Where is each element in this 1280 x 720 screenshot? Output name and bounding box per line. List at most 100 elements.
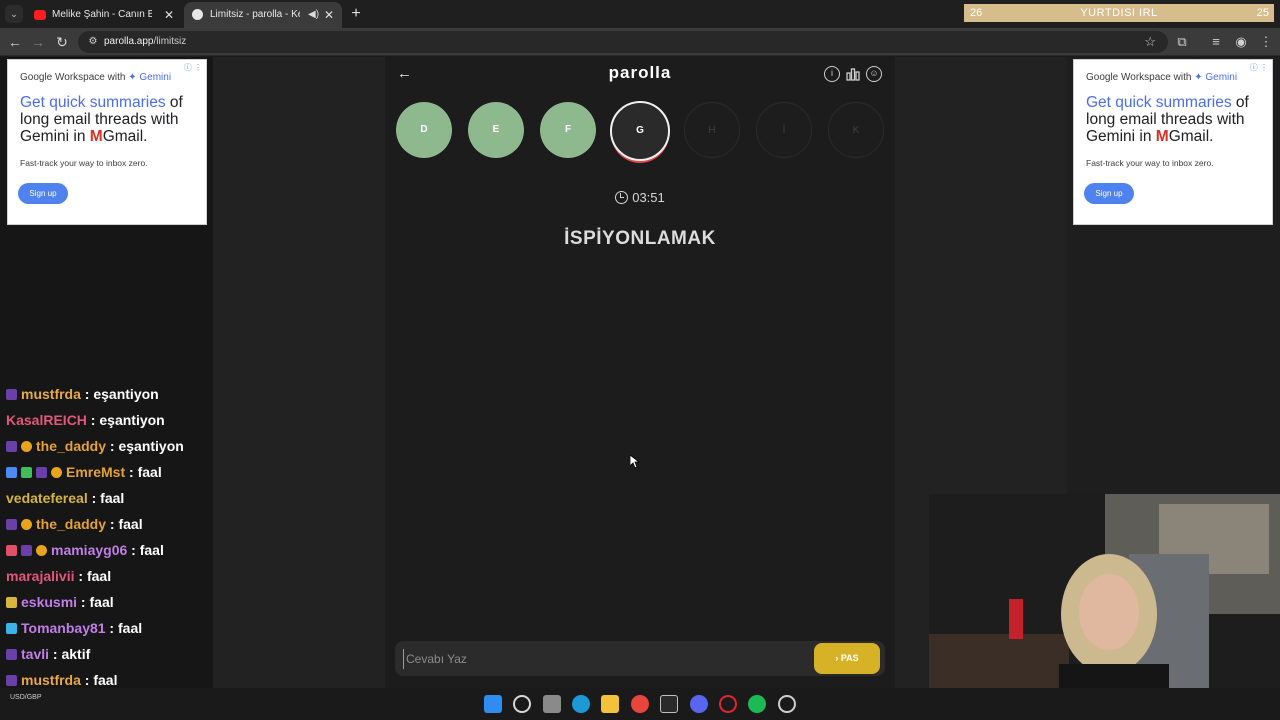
letter-circle-e: E xyxy=(468,102,524,158)
countdown-timer: 03:51 xyxy=(385,190,895,205)
menu-kebab-icon[interactable]: ⋮ xyxy=(1256,32,1276,52)
chat-badge-icon xyxy=(6,545,17,556)
chat-separator: : xyxy=(106,516,119,532)
chat-username[interactable]: eskusmi xyxy=(21,594,77,610)
chat-text: faal xyxy=(93,672,118,688)
ad-left[interactable]: ⓘ ⋮ Google Workspace with ✦ Gemini Get q… xyxy=(7,59,207,225)
url-text[interactable]: parolla.app/limitsiz xyxy=(104,31,186,53)
chat-message: mustfrda : eşantiyon xyxy=(6,381,159,407)
chrome-icon[interactable] xyxy=(631,695,649,713)
chat-separator: : xyxy=(127,542,140,558)
chat-username[interactable]: marajalivii xyxy=(6,568,75,584)
task-view-icon[interactable] xyxy=(543,695,561,713)
game-panel: ← parolla i ☺ D E F G H İ K 03:51 İSPİYO… xyxy=(385,57,895,688)
chat-badge-icon xyxy=(6,623,17,634)
chat-username[interactable]: Tomanbay81 xyxy=(21,620,106,636)
chat-message: the_daddy : eşantiyon xyxy=(6,433,184,459)
ad-right[interactable]: ⓘ ⋮ Google Workspace with ✦ Gemini Get q… xyxy=(1073,59,1273,225)
chat-username[interactable]: mamiayg06 xyxy=(51,542,127,558)
chat-text: eşantiyon xyxy=(99,412,165,428)
x-app-icon[interactable] xyxy=(660,695,678,713)
app-icon[interactable] xyxy=(778,695,796,713)
file-explorer-icon[interactable] xyxy=(601,695,619,713)
answer-input[interactable] xyxy=(403,649,793,669)
gmail-icon: M xyxy=(89,128,103,145)
close-tab-icon[interactable]: ✕ xyxy=(164,2,174,28)
tab-title: Melike Şahin - Canın Beni Çekti xyxy=(52,9,152,20)
extensions-icon[interactable]: ⧉ xyxy=(1172,32,1192,52)
chat-badge-icon xyxy=(21,467,32,478)
gemini-icon: ✦ xyxy=(1194,72,1203,83)
chat-message: the_daddy : faal xyxy=(6,511,143,537)
media-control-icon[interactable]: ≡ xyxy=(1206,32,1226,52)
chat-badge-icon xyxy=(6,389,17,400)
chat-text: faal xyxy=(139,542,164,558)
reload-icon[interactable]: ↻ xyxy=(52,32,72,52)
address-bar[interactable]: ⚙ parolla.app/limitsiz ☆ xyxy=(78,31,1168,53)
webcam-image xyxy=(929,494,1280,708)
close-tab-icon[interactable]: ✕ xyxy=(324,2,334,28)
chat-username[interactable]: mustfrda xyxy=(21,672,81,688)
letter-circle-f: F xyxy=(540,102,596,158)
tab-music-video[interactable]: Melike Şahin - Canın Beni Çekti ✕ xyxy=(26,2,182,28)
chat-username[interactable]: tavli xyxy=(21,646,49,662)
answer-bar: › PAS xyxy=(395,641,885,676)
chat-text: eşantiyon xyxy=(118,438,184,454)
search-icon[interactable] xyxy=(513,695,531,713)
chat-message: eskusmi : faal xyxy=(6,589,114,615)
chat-badge-icon xyxy=(21,441,32,452)
chat-username[interactable]: the_daddy xyxy=(36,516,106,532)
forward-icon[interactable]: → xyxy=(28,32,48,52)
new-tab-button[interactable]: + xyxy=(346,3,366,25)
webcam-feed xyxy=(929,494,1280,708)
gmail-icon: M xyxy=(1155,128,1169,145)
tab-parolla[interactable]: Limitsiz - parolla - Kelime o ◀) ✕ xyxy=(184,2,342,28)
stream-chat: mustfrda : eşantiyon KasalREICH : eşantiy… xyxy=(0,381,230,720)
chat-badge-icon xyxy=(6,597,17,608)
adchoices-icon[interactable]: ⓘ ⋮ xyxy=(1250,62,1268,73)
chat-text: aktif xyxy=(61,646,91,662)
chat-message: mamiayg06 : faal xyxy=(6,537,164,563)
discord-icon[interactable] xyxy=(690,695,708,713)
chat-username[interactable]: KasalREICH xyxy=(6,412,87,428)
chat-separator: : xyxy=(77,594,90,610)
back-icon[interactable]: ← xyxy=(5,32,25,52)
profile-avatar-icon[interactable]: ◉ xyxy=(1231,32,1251,52)
stats-icon[interactable] xyxy=(845,66,861,82)
game-logo: parolla xyxy=(608,63,672,82)
tab-search-icon[interactable]: ⌄ xyxy=(5,5,23,23)
chat-text: faal xyxy=(118,516,143,532)
chat-message: KasalREICH : eşantiyon xyxy=(6,407,165,433)
pass-label: PAS xyxy=(840,653,859,663)
chat-username[interactable]: the_daddy xyxy=(36,438,106,454)
edge-icon[interactable] xyxy=(572,695,590,713)
adchoices-icon[interactable]: ⓘ ⋮ xyxy=(184,62,202,73)
letter-progress-row: D E F G H İ K xyxy=(396,101,886,161)
chat-text: faal xyxy=(118,620,143,636)
chat-username[interactable]: mustfrda xyxy=(21,386,81,402)
timer-value: 03:51 xyxy=(632,190,665,205)
spotify-icon[interactable] xyxy=(748,695,766,713)
chat-badge-icon xyxy=(21,519,32,530)
start-icon[interactable] xyxy=(484,695,502,713)
bookmark-star-icon[interactable]: ☆ xyxy=(1144,31,1156,53)
speaker-icon[interactable]: ◀) xyxy=(308,2,319,28)
user-account-icon[interactable]: ☺ xyxy=(866,66,882,82)
chat-separator: : xyxy=(87,490,101,506)
chat-message: tavli : aktif xyxy=(6,641,90,667)
pass-button[interactable]: › PAS xyxy=(814,643,880,674)
letter-circle-d: D xyxy=(396,102,452,158)
clock-icon xyxy=(615,191,629,204)
opera-icon[interactable] xyxy=(719,695,737,713)
site-info-icon[interactable]: ⚙ xyxy=(86,35,100,49)
ad-signup-button[interactable]: Sign up xyxy=(18,183,68,204)
ad-signup-button[interactable]: Sign up xyxy=(1084,183,1134,204)
letter-circle-h: H xyxy=(684,102,740,158)
stock-ticker[interactable]: USD/GBP xyxy=(10,694,100,704)
chat-username[interactable]: vedatefereal xyxy=(6,490,88,506)
chat-badge-icon xyxy=(6,519,17,530)
ad-subtext: Fast-track your way to inbox zero. xyxy=(20,158,148,168)
chat-username[interactable]: EmreMst xyxy=(66,464,125,480)
info-icon[interactable]: i xyxy=(824,66,840,82)
ad-brand: Google Workspace with ✦ Gemini xyxy=(20,72,172,83)
